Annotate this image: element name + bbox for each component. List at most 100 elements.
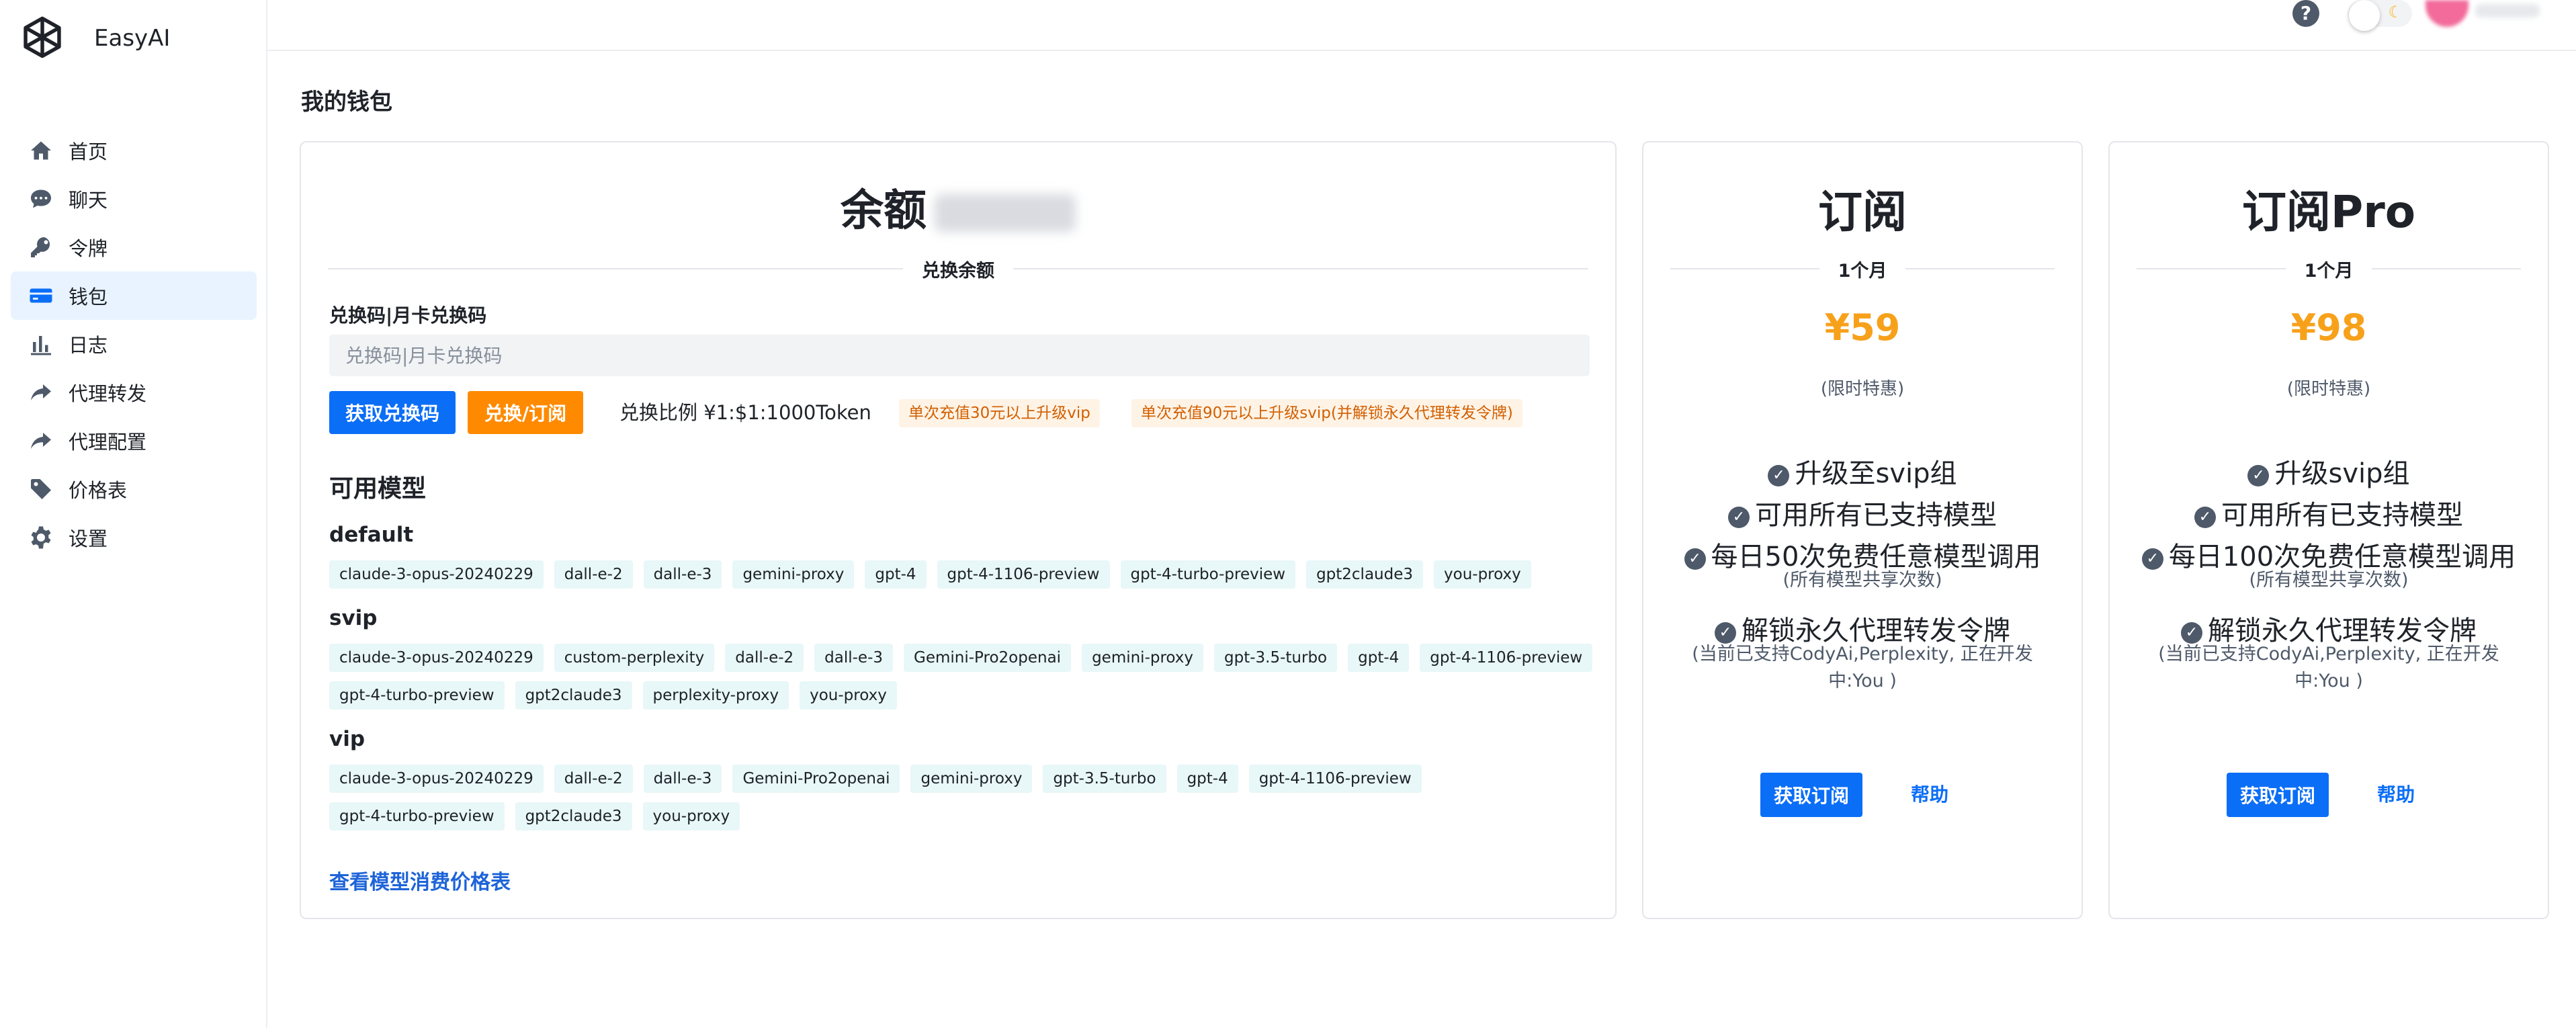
tag-icon bbox=[28, 476, 54, 502]
model-chip: gemini-proxy bbox=[1082, 644, 1204, 672]
redeem-code-input[interactable] bbox=[329, 335, 1590, 376]
sidebar-item-proxy-config[interactable]: 代理配置 bbox=[11, 417, 257, 465]
plan-period-divider: 1个月 bbox=[2137, 255, 2522, 282]
plan-price: ¥98 bbox=[2290, 306, 2367, 349]
model-chip: gpt-4-turbo-preview bbox=[1120, 560, 1296, 589]
model-chips-svip: claude-3-opus-20240229 custom-perplexity d… bbox=[329, 644, 1606, 710]
get-subscription-button[interactable]: 获取订阅 bbox=[1760, 773, 1863, 817]
group-title-default: default bbox=[329, 523, 414, 547]
sidebar-item-label: 日志 bbox=[69, 334, 108, 357]
toggle-knob bbox=[2349, 0, 2380, 31]
sidebar-item-chat[interactable]: 聊天 bbox=[11, 175, 257, 223]
model-chip: you-proxy bbox=[800, 681, 897, 710]
help-link[interactable]: 帮助 bbox=[2377, 773, 2415, 817]
sidebar-item-wallet[interactable]: 钱包 bbox=[11, 271, 257, 320]
model-chip: gpt-3.5-turbo bbox=[1214, 644, 1338, 672]
check-circle-icon: ✓ bbox=[1768, 465, 1790, 486]
plan-promo-note: (限时特惠) bbox=[1820, 379, 1905, 399]
sidebar-item-home[interactable]: 首页 bbox=[11, 126, 257, 175]
model-chip: claude-3-opus-20240229 bbox=[329, 644, 544, 672]
get-subscription-button[interactable]: 获取订阅 bbox=[2227, 773, 2329, 817]
plan-feature-note: (当前已支持CodyAi,Perplexity, 正在开发中:You ) bbox=[1692, 644, 2033, 691]
chat-icon bbox=[28, 186, 54, 212]
model-chip: dall-e-2 bbox=[554, 765, 633, 793]
sidebar-item-proxy-forward[interactable]: 代理转发 bbox=[11, 368, 257, 417]
model-chip: claude-3-opus-20240229 bbox=[329, 765, 544, 793]
sidebar-item-settings[interactable]: 设置 bbox=[11, 513, 257, 562]
redeem-subscribe-button[interactable]: 兑换/订阅 bbox=[468, 391, 583, 434]
model-chip: gpt-4-1106-preview bbox=[1420, 644, 1593, 672]
model-chip: gpt-3.5-turbo bbox=[1043, 765, 1166, 793]
get-code-button[interactable]: 获取兑换码 bbox=[329, 391, 456, 434]
model-chip: perplexity-proxy bbox=[642, 681, 789, 710]
plan-price: ¥59 bbox=[1824, 306, 1901, 349]
model-chip: dall-e-2 bbox=[725, 644, 804, 672]
model-chip: gpt2claude3 bbox=[515, 802, 632, 830]
wallet-icon bbox=[28, 283, 54, 308]
plan-card-subscribe-pro: 订阅Pro 1个月 ¥98 (限时特惠) ✓ 升级svip组 ✓ 可用所有已支持模型… bbox=[2108, 141, 2549, 919]
model-chip: gpt2claude3 bbox=[515, 681, 632, 710]
key-icon bbox=[28, 234, 54, 260]
model-chip: gemini-proxy bbox=[910, 765, 1033, 793]
plan-feature: ✓ 可用所有已支持模型 bbox=[2110, 493, 2548, 532]
balance-label: 余额 bbox=[841, 186, 927, 236]
model-chip: gpt-4-1106-preview bbox=[1248, 765, 1422, 793]
redeem-code-label: 兑换码|月卡兑换码 bbox=[329, 304, 487, 327]
model-chip: custom-perplexity bbox=[554, 644, 715, 672]
page-title: 我的钱包 bbox=[301, 89, 392, 116]
sidebar: EasyAI 首页 聊天 令牌 钱包 日志 代理转发 代理配置 价格表 设置 bbox=[0, 0, 267, 1028]
model-chip: dall-e-2 bbox=[554, 560, 633, 589]
share-icon bbox=[28, 380, 54, 405]
app-logo[interactable]: EasyAI bbox=[16, 12, 170, 65]
app-name: EasyAI bbox=[94, 25, 171, 52]
group-title-svip: svip bbox=[329, 606, 378, 630]
gear-icon bbox=[28, 525, 54, 550]
sidebar-nav: 首页 聊天 令牌 钱包 日志 代理转发 代理配置 价格表 设置 bbox=[11, 126, 257, 562]
redeem-divider-text: 兑换余额 bbox=[922, 260, 994, 282]
help-icon[interactable]: ? bbox=[2292, 0, 2319, 27]
plan-period: 1个月 bbox=[1838, 260, 1887, 282]
openai-logo-icon bbox=[24, 16, 61, 58]
exchange-ratio: 兑换比例 ¥1:$1:1000Token bbox=[619, 401, 871, 424]
check-circle-icon: ✓ bbox=[2194, 507, 2216, 528]
model-chip: dall-e-3 bbox=[814, 644, 894, 672]
plan-period: 1个月 bbox=[2304, 260, 2354, 282]
sidebar-item-label: 设置 bbox=[69, 527, 108, 550]
model-chip: gpt-4 bbox=[1348, 644, 1410, 672]
model-chip: gpt2claude3 bbox=[1306, 560, 1424, 589]
moon-icon: ☾ bbox=[2388, 3, 2403, 22]
price-table-link[interactable]: 查看模型消费价格表 bbox=[329, 865, 511, 895]
sidebar-item-logs[interactable]: 日志 bbox=[11, 320, 257, 368]
balance-value-redacted bbox=[935, 194, 1076, 232]
model-chip: gpt-4 bbox=[1176, 765, 1238, 793]
plan-name: 订阅 bbox=[1818, 186, 1907, 238]
plan-feature: ✓ 可用所有已支持模型 bbox=[1643, 493, 2081, 532]
plan-feature: ✓ 升级svip组 bbox=[2110, 452, 2548, 490]
wallet-card: 余额 兑换余额 兑换码|月卡兑换码 获取兑换码 兑换/订阅 兑换比例 ¥1:$1… bbox=[300, 141, 1617, 919]
svip-upgrade-tag: 单次充值90元以上升级svip(并解锁永久代理转发令牌) bbox=[1131, 399, 1522, 427]
top-header bbox=[267, 0, 2576, 51]
sidebar-item-tokens[interactable]: 令牌 bbox=[11, 223, 257, 271]
model-chip: gemini-proxy bbox=[732, 560, 855, 589]
sidebar-item-label: 代理配置 bbox=[69, 431, 147, 454]
sidebar-item-label: 价格表 bbox=[69, 479, 128, 502]
vip-upgrade-tag: 单次充值30元以上升级vip bbox=[899, 399, 1100, 427]
model-chip: claude-3-opus-20240229 bbox=[329, 560, 544, 589]
plan-feature-note: (所有模型共享次数) bbox=[2249, 570, 2409, 591]
sidebar-item-label: 首页 bbox=[69, 140, 108, 163]
username-redacted[interactable] bbox=[2475, 4, 2540, 17]
model-chip: gpt-4-1106-preview bbox=[937, 560, 1110, 589]
help-link[interactable]: 帮助 bbox=[1911, 773, 1948, 817]
group-title-vip: vip bbox=[329, 727, 366, 751]
model-chip: Gemini-Pro2openai bbox=[904, 644, 1072, 672]
sidebar-item-label: 代理转发 bbox=[69, 382, 147, 405]
sidebar-item-pricing[interactable]: 价格表 bbox=[11, 465, 257, 513]
sidebar-item-label: 令牌 bbox=[69, 237, 108, 260]
plan-feature: ✓ 升级至svip组 bbox=[1643, 452, 2081, 490]
theme-toggle[interactable]: ☾ bbox=[2348, 0, 2412, 31]
plan-card-subscribe: 订阅 1个月 ¥59 (限时特惠) ✓ 升级至svip组 ✓ 可用所有已支持模型 ✓… bbox=[1642, 141, 2083, 919]
check-circle-icon: ✓ bbox=[2247, 465, 2270, 486]
balance-heading: 余额 bbox=[301, 176, 1615, 238]
model-chip: gpt-4-turbo-preview bbox=[329, 802, 505, 830]
home-icon bbox=[28, 138, 54, 163]
